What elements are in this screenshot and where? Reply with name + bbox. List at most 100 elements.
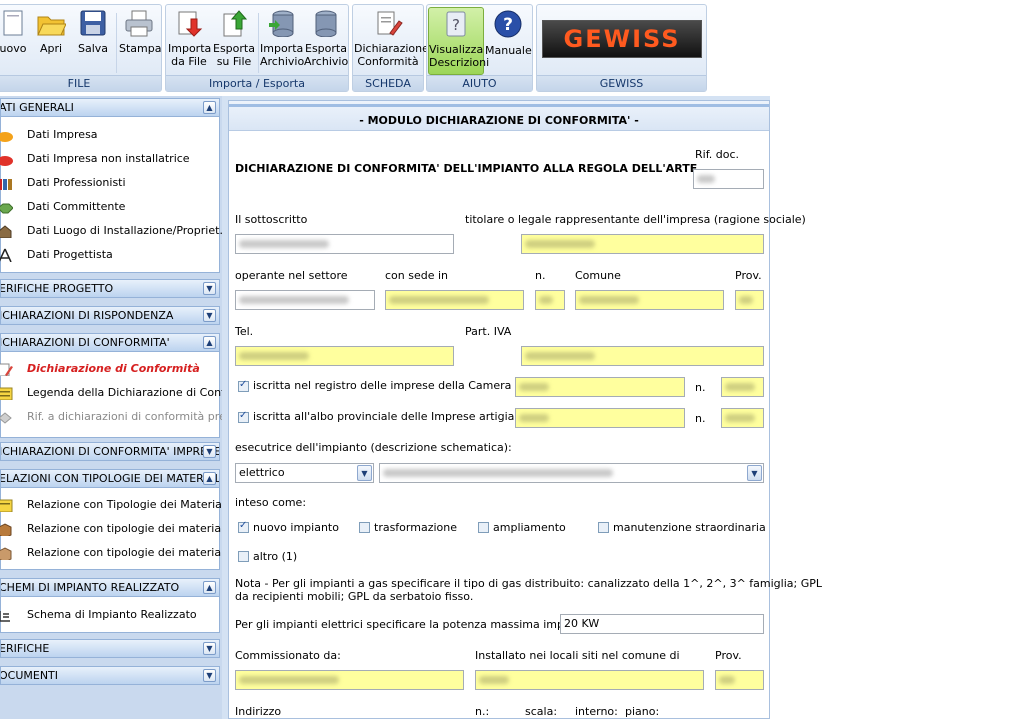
- section-dati-generali[interactable]: ATI GENERALI ▲: [0, 98, 220, 117]
- declaration-form: - MODULO DICHIARAZIONE DI CONFORMITA' - …: [228, 100, 822, 719]
- separator: [116, 13, 117, 73]
- nuovo-impianto-checkbox[interactable]: [238, 520, 249, 533]
- albo-n-input[interactable]: [721, 408, 764, 428]
- piano-label: piano:: [625, 705, 660, 718]
- ribbon-group-scheda: Dichiarazione Conformità SCHEDA: [352, 4, 429, 92]
- registro-n-label: n.: [695, 381, 706, 394]
- descrizione-select[interactable]: ▼: [379, 463, 764, 483]
- people-icon: [0, 179, 12, 190]
- albo-input[interactable]: [515, 408, 685, 428]
- potenza-label: Per gli impianti elettrici specificare l…: [235, 618, 616, 631]
- section-dichiarazioni-imprese[interactable]: ICHIARAZIONI DI CONFORMITA' IMPRESE ▼: [0, 442, 220, 461]
- legend-icon: [0, 387, 13, 400]
- legend-icon: [0, 499, 13, 512]
- group-label-import-export: Importa / Esporta: [166, 75, 348, 91]
- section-dichiarazioni-rispondenza[interactable]: ICHIARAZIONI DI RISPONDENZA ▼: [0, 306, 220, 325]
- sede-input[interactable]: [385, 290, 524, 310]
- ribbon-group-import-export: Importa da File Esporta su File Importa Arc…: [165, 4, 349, 92]
- chevron-up-icon[interactable]: ▲: [203, 472, 216, 485]
- declaration-button[interactable]: Dichiarazione Conformità: [354, 7, 429, 68]
- save-button[interactable]: Salva: [77, 7, 109, 55]
- comune-label: Comune: [575, 269, 621, 282]
- main-area: - MODULO DICHIARAZIONE DI CONFORMITA' - …: [222, 96, 822, 719]
- tel-input[interactable]: [235, 346, 454, 366]
- altro-checkbox[interactable]: [238, 551, 249, 562]
- section-dichiarazioni-conformita[interactable]: ICHIARAZIONI DI CONFORMITA' ▲: [0, 333, 220, 352]
- show-descriptions-button[interactable]: ? Visualizza Descrizioni: [428, 7, 489, 75]
- impianto-type-select[interactable]: elettrico ▼: [235, 463, 374, 483]
- module-title: - MODULO DICHIARAZIONE DI CONFORMITA' -: [359, 114, 639, 127]
- indirizzo-label: Indirizzo: [235, 705, 282, 718]
- import-file-button[interactable]: Importa da File: [168, 7, 211, 68]
- prov2-input[interactable]: [715, 670, 764, 690]
- chevron-down-icon[interactable]: ▼: [357, 465, 372, 481]
- prov-input[interactable]: [735, 290, 764, 310]
- document-pen-icon: [0, 363, 13, 376]
- folder-open-icon: [37, 16, 66, 36]
- registro-input[interactable]: [515, 377, 685, 397]
- tel-label: Tel.: [235, 325, 254, 338]
- section-documenti[interactable]: OCUMENTI ▼: [0, 666, 220, 685]
- registro-label: iscritta nel registro delle imprese dell…: [253, 379, 544, 392]
- nota-line-1: Nota - Per gli impianti a gas specificar…: [235, 577, 822, 590]
- new-button[interactable]: uovo: [0, 7, 27, 55]
- comune-input[interactable]: [575, 290, 724, 310]
- section-schemi-impianto-body: Schema di Impianto Realizzato: [0, 597, 220, 633]
- chevron-down-icon[interactable]: ▼: [203, 282, 216, 295]
- chevron-down-icon[interactable]: ▼: [203, 309, 216, 322]
- print-button[interactable]: Stampa: [119, 7, 161, 55]
- section-schemi-impianto[interactable]: CHEMI DI IMPIANTO REALIZZATO ▲: [0, 578, 220, 597]
- inteso-label: inteso come:: [235, 496, 307, 509]
- ribbon-group-file: uovo Apri Salva Stampa FILE: [0, 4, 162, 92]
- new-file-icon: [3, 10, 23, 36]
- ribbon-group-gewiss: GEWISS GEWISS: [536, 4, 707, 92]
- svg-text:?: ?: [452, 16, 460, 34]
- chevron-up-icon[interactable]: ▲: [203, 101, 216, 114]
- chevron-down-icon[interactable]: ▼: [203, 642, 216, 655]
- chevron-down-icon[interactable]: ▼: [747, 465, 762, 481]
- open-button[interactable]: Apri: [35, 7, 67, 55]
- sottoscritto-input[interactable]: [235, 234, 454, 254]
- registro-n-input[interactable]: [721, 377, 764, 397]
- gewiss-logo[interactable]: GEWISS: [542, 20, 702, 58]
- section-relazioni-materiali-body: Relazione con Tipologie dei Materiali… R…: [0, 488, 222, 570]
- ragione-sociale-input[interactable]: [521, 234, 764, 254]
- export-file-button[interactable]: Esporta su File: [212, 7, 256, 68]
- chevron-up-icon[interactable]: ▲: [203, 336, 216, 349]
- registro-checkbox[interactable]: [238, 379, 249, 392]
- piva-input[interactable]: [521, 346, 764, 366]
- chevron-up-icon[interactable]: ▲: [203, 581, 216, 594]
- floppy-disk-icon: [80, 10, 106, 36]
- civico-input[interactable]: [535, 290, 565, 310]
- chevron-down-icon[interactable]: ▼: [203, 445, 216, 458]
- manual-button[interactable]: ? Manuale: [485, 7, 532, 57]
- group-label-file: FILE: [0, 75, 161, 91]
- settore-input[interactable]: [235, 290, 375, 310]
- schema-icon: [0, 611, 10, 622]
- handshake-icon: [0, 203, 13, 214]
- section-relazioni-materiali[interactable]: ELAZIONI CON TIPOLOGIE DEI MATERIALI ▲: [0, 469, 220, 488]
- commissionato-input[interactable]: [235, 670, 464, 690]
- import-archive-button[interactable]: Importa Archivio: [260, 7, 304, 68]
- albo-checkbox[interactable]: [238, 410, 249, 423]
- esecutrice-label: esecutrice dell'impianto (descrizione sc…: [235, 441, 512, 454]
- section-verifiche-progetto[interactable]: ERIFICHE PROGETTO ▼: [0, 279, 220, 298]
- section-verifiche[interactable]: ERIFICHE ▼: [0, 639, 220, 658]
- nuovo-impianto-label: nuovo impianto: [253, 521, 339, 534]
- section-dichiarazioni-conformita-body: Dichiarazione di Conformità Legenda dell…: [0, 352, 222, 438]
- printer-icon: [125, 10, 153, 37]
- albo-n-label: n.: [695, 412, 706, 425]
- reference-icon: [0, 412, 12, 424]
- manutenzione-checkbox[interactable]: [598, 522, 609, 533]
- comune-installazione-input[interactable]: [475, 670, 704, 690]
- prov-label: Prov.: [735, 269, 762, 282]
- potenza-input[interactable]: 20 KW: [560, 614, 764, 634]
- compass-icon: [0, 248, 12, 262]
- ampliamento-checkbox[interactable]: [478, 522, 489, 533]
- settore-label: operante nel settore: [235, 269, 348, 282]
- section-dati-generali-body: Dati Impresa Dati Impresa non installatr…: [0, 117, 222, 273]
- export-archive-button[interactable]: Esporta Archivio: [304, 7, 348, 68]
- rif-doc-input[interactable]: [693, 169, 764, 189]
- chevron-down-icon[interactable]: ▼: [203, 669, 216, 682]
- trasformazione-checkbox[interactable]: [359, 522, 370, 533]
